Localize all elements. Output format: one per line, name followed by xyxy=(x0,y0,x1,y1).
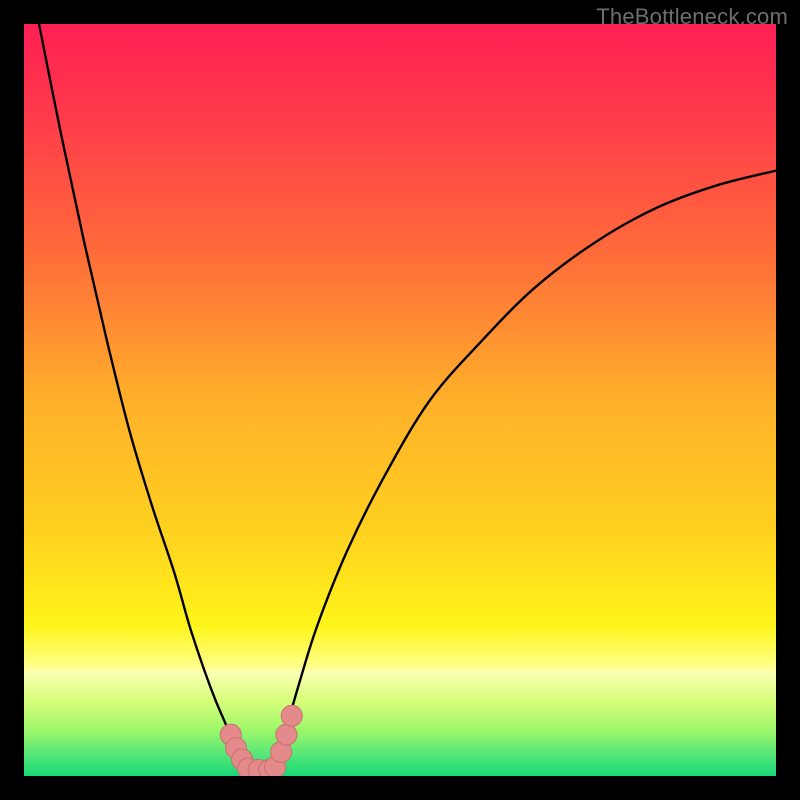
valley-marker xyxy=(281,705,302,726)
watermark-text: TheBottleneck.com xyxy=(596,4,788,30)
valley-markers xyxy=(220,705,302,776)
plot-area xyxy=(24,24,776,776)
valley-marker xyxy=(276,724,297,745)
chart-stage: TheBottleneck.com xyxy=(0,0,800,800)
bottleneck-curve xyxy=(39,24,776,772)
curve-layer xyxy=(24,24,776,776)
